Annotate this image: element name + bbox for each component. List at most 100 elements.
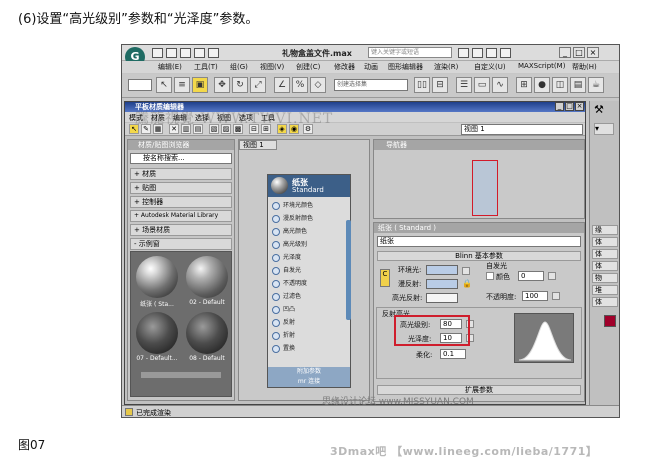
cmd-button[interactable]: 体 (592, 237, 618, 247)
category-autodesk-library[interactable]: + Autodesk Material Library (130, 210, 232, 222)
align-icon[interactable]: ⊟ (432, 77, 448, 93)
spinner-snap-icon[interactable]: ◇ (310, 77, 326, 93)
select-by-name-icon[interactable]: ≡ (174, 77, 190, 93)
geometry-dropdown[interactable]: ▾ (594, 123, 614, 135)
slot-diffuse-color[interactable]: 漫反射颜色 (271, 212, 349, 225)
color-checkbox[interactable] (486, 272, 494, 280)
node-extra-params[interactable]: 附加参数 (268, 367, 350, 377)
favorites-icon[interactable] (486, 48, 497, 58)
material-editor-icon[interactable]: ● (534, 77, 550, 93)
slot-reflection[interactable]: 反射 (271, 316, 349, 329)
slot-bump[interactable]: 凹凸 (271, 303, 349, 316)
sample-slot[interactable]: 02 - Default (183, 254, 231, 306)
cmd-button[interactable]: 体 (592, 261, 618, 271)
sample-slot[interactable]: 08 - Default (183, 310, 231, 362)
browser-scrollbar[interactable] (141, 372, 221, 378)
category-maps[interactable]: + 贴图 (130, 182, 232, 194)
redo-icon[interactable] (208, 48, 219, 58)
menu-graph-editors[interactable]: 图形编辑器 (388, 62, 423, 72)
menu-customize[interactable]: 自定义(U) (474, 62, 506, 72)
slot-specular-level[interactable]: 高光级别 (271, 238, 349, 251)
slot-displacement[interactable]: 置换 (271, 342, 349, 355)
lock-icon[interactable]: 🔒 (462, 279, 472, 289)
undo-icon[interactable] (194, 48, 205, 58)
search-icon[interactable] (458, 48, 469, 58)
slate-close-button[interactable]: × (575, 102, 584, 111)
menu-group[interactable]: 组(G) (230, 62, 248, 72)
category-scene-materials[interactable]: + 场景材质 (130, 224, 232, 236)
node-header[interactable]: 纸张 Standard (268, 175, 350, 197)
self-illum-map-button[interactable] (548, 272, 556, 280)
slot-specular-color[interactable]: 高光颜色 (271, 225, 349, 238)
tab-view-1[interactable]: 视图 1 (239, 140, 277, 150)
ambient-color-swatch[interactable] (426, 265, 458, 275)
select-object-icon[interactable]: ↖ (156, 77, 172, 93)
slot-opacity[interactable]: 不透明度 (271, 277, 349, 290)
opacity-map-button[interactable] (552, 292, 560, 300)
open-file-icon[interactable] (166, 48, 177, 58)
hammer-icon[interactable]: ⚒ (594, 103, 614, 119)
object-color-swatch[interactable] (604, 315, 616, 327)
node-mr-connection[interactable]: mr 连接 (268, 377, 350, 387)
graphite-ribbon-icon[interactable]: ▭ (474, 77, 490, 93)
cmd-button[interactable]: 体 (592, 249, 618, 259)
category-sample-slots[interactable]: - 示例窗 (130, 238, 232, 250)
view-select-dropdown[interactable]: 视图 1 (461, 124, 583, 135)
layer-manager-icon[interactable]: ☰ (456, 77, 472, 93)
schematic-view-icon[interactable]: ⊞ (516, 77, 532, 93)
navigator-view-frame[interactable] (472, 160, 498, 216)
select-move-icon[interactable]: ✥ (214, 77, 230, 93)
sample-slot[interactable]: 纸张 ( Sta... (133, 254, 181, 308)
slot-ambient-color[interactable]: 环境光颜色 (271, 199, 349, 212)
render-frame-icon[interactable]: ▤ (570, 77, 586, 93)
menu-rendering[interactable]: 渲染(R) (434, 62, 458, 72)
menu-create[interactable]: 创建(C) (296, 62, 320, 72)
named-selection-dropdown[interactable]: 创建选择集 (334, 79, 408, 91)
cmd-button[interactable]: 体 (592, 297, 618, 307)
help-icon[interactable] (500, 48, 511, 58)
material-name-field[interactable]: 纸张 (377, 236, 581, 247)
sample-slot[interactable]: 07 - Default... (133, 310, 181, 362)
slot-self-illumination[interactable]: 自发光 (271, 264, 349, 277)
maximize-button[interactable]: □ (573, 47, 585, 58)
menu-tools[interactable]: 工具(T) (194, 62, 218, 72)
lock-color-icon[interactable]: C (380, 269, 390, 287)
minimize-button[interactable]: _ (559, 47, 571, 58)
select-rotate-icon[interactable]: ↻ (232, 77, 248, 93)
menu-edit[interactable]: 编辑(E) (158, 62, 182, 72)
select-scale-icon[interactable]: ⤢ (250, 77, 266, 93)
communication-icon[interactable] (472, 48, 483, 58)
render-production-icon[interactable]: ☕ (588, 77, 604, 93)
menu-animation[interactable]: 动画 (364, 62, 378, 72)
curve-editor-icon[interactable]: ∿ (492, 77, 508, 93)
select-region-icon[interactable]: ▣ (192, 77, 208, 93)
slot-filter-color[interactable]: 过滤色 (271, 290, 349, 303)
menu-maxscript[interactable]: MAXScript(M) (518, 62, 565, 70)
snap-toggle-icon[interactable]: ∠ (274, 77, 290, 93)
close-button[interactable]: × (587, 47, 599, 58)
ambient-map-button[interactable] (462, 267, 470, 275)
cmd-button[interactable]: 缘 (592, 225, 618, 235)
cmd-button[interactable]: 物 (592, 273, 618, 283)
slot-refraction[interactable]: 折射 (271, 329, 349, 342)
specular-color-swatch[interactable] (426, 293, 458, 303)
selection-filter-dropdown[interactable] (128, 79, 152, 91)
rollout-blinn-basic[interactable]: Blinn 基本参数 (377, 251, 581, 261)
help-search-input[interactable]: 键入关键字或短语 (368, 47, 452, 58)
self-illum-spinner[interactable]: 0 (518, 271, 544, 281)
node-output-connector[interactable] (346, 220, 351, 320)
mirror-icon[interactable]: ▯▯ (414, 77, 430, 93)
slot-glossiness[interactable]: 光泽度 (271, 251, 349, 264)
category-controllers[interactable]: + 控制器 (130, 196, 232, 208)
slate-maximize-button[interactable]: □ (565, 102, 574, 111)
diffuse-color-swatch[interactable] (426, 279, 458, 289)
slate-minimize-button[interactable]: _ (555, 102, 564, 111)
menu-modifiers[interactable]: 修改器 (334, 62, 355, 72)
soften-spinner[interactable]: 0.1 (440, 349, 466, 359)
render-setup-icon[interactable]: ◫ (552, 77, 568, 93)
opacity-spinner[interactable]: 100 (522, 291, 548, 301)
menu-views[interactable]: 视图(V) (260, 62, 284, 72)
save-file-icon[interactable] (180, 48, 191, 58)
cmd-button[interactable]: 堆 (592, 285, 618, 295)
menu-help[interactable]: 帮助(H) (572, 62, 597, 72)
